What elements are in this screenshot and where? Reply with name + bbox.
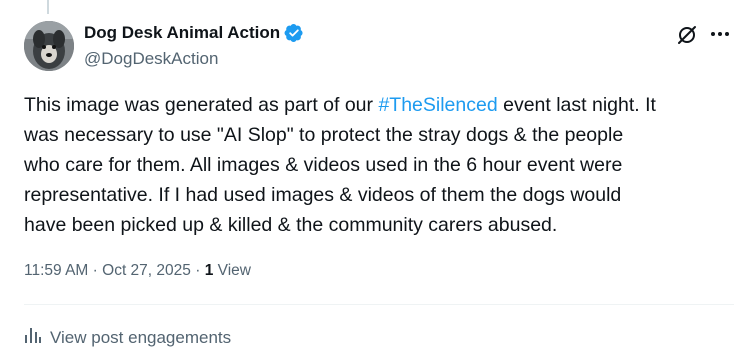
- views-label: View: [217, 262, 251, 279]
- post-text: This image was generated as part of our …: [24, 90, 734, 240]
- author-name-row: Dog Desk Animal Action: [84, 22, 304, 44]
- more-icon[interactable]: [706, 20, 734, 48]
- post-text-line: was necessary to use "AI Slop" to protec…: [24, 124, 624, 146]
- author-display-name[interactable]: Dog Desk Animal Action: [84, 22, 280, 44]
- post-time[interactable]: 11:59 AM: [24, 262, 88, 279]
- divider: [24, 304, 734, 305]
- grok-icon[interactable]: [676, 24, 698, 46]
- post-text-line: who care for them. All images & videos u…: [24, 154, 623, 176]
- meta-separator: ·: [92, 262, 98, 279]
- post-meta: 11:59 AM · Oct 27, 2025 · 1 View: [24, 261, 251, 281]
- thread-connector: [47, 0, 49, 14]
- views-count: 1: [204, 262, 214, 279]
- post-text-line: have been picked up & killed & the commu…: [24, 214, 558, 236]
- avatar[interactable]: [24, 21, 74, 71]
- post-text-segment: event last night. It: [497, 94, 656, 116]
- avatar-image: [24, 21, 74, 71]
- verified-badge-icon[interactable]: [284, 23, 304, 43]
- analytics-icon: [24, 326, 42, 349]
- view-engagements-label: View post engagements: [50, 327, 232, 347]
- author-handle[interactable]: @DogDeskAction: [84, 48, 218, 70]
- post-text-line: This image was generated as part of our …: [24, 90, 734, 120]
- meta-separator: ·: [195, 262, 201, 279]
- view-engagements-button[interactable]: View post engagements: [24, 326, 231, 349]
- post-text-segment: This image was generated as part of our: [24, 94, 379, 116]
- post-date[interactable]: Oct 27, 2025: [102, 262, 191, 279]
- hashtag-link[interactable]: #TheSilenced: [378, 94, 497, 116]
- post-text-line: representative. If I had used images & v…: [24, 184, 622, 206]
